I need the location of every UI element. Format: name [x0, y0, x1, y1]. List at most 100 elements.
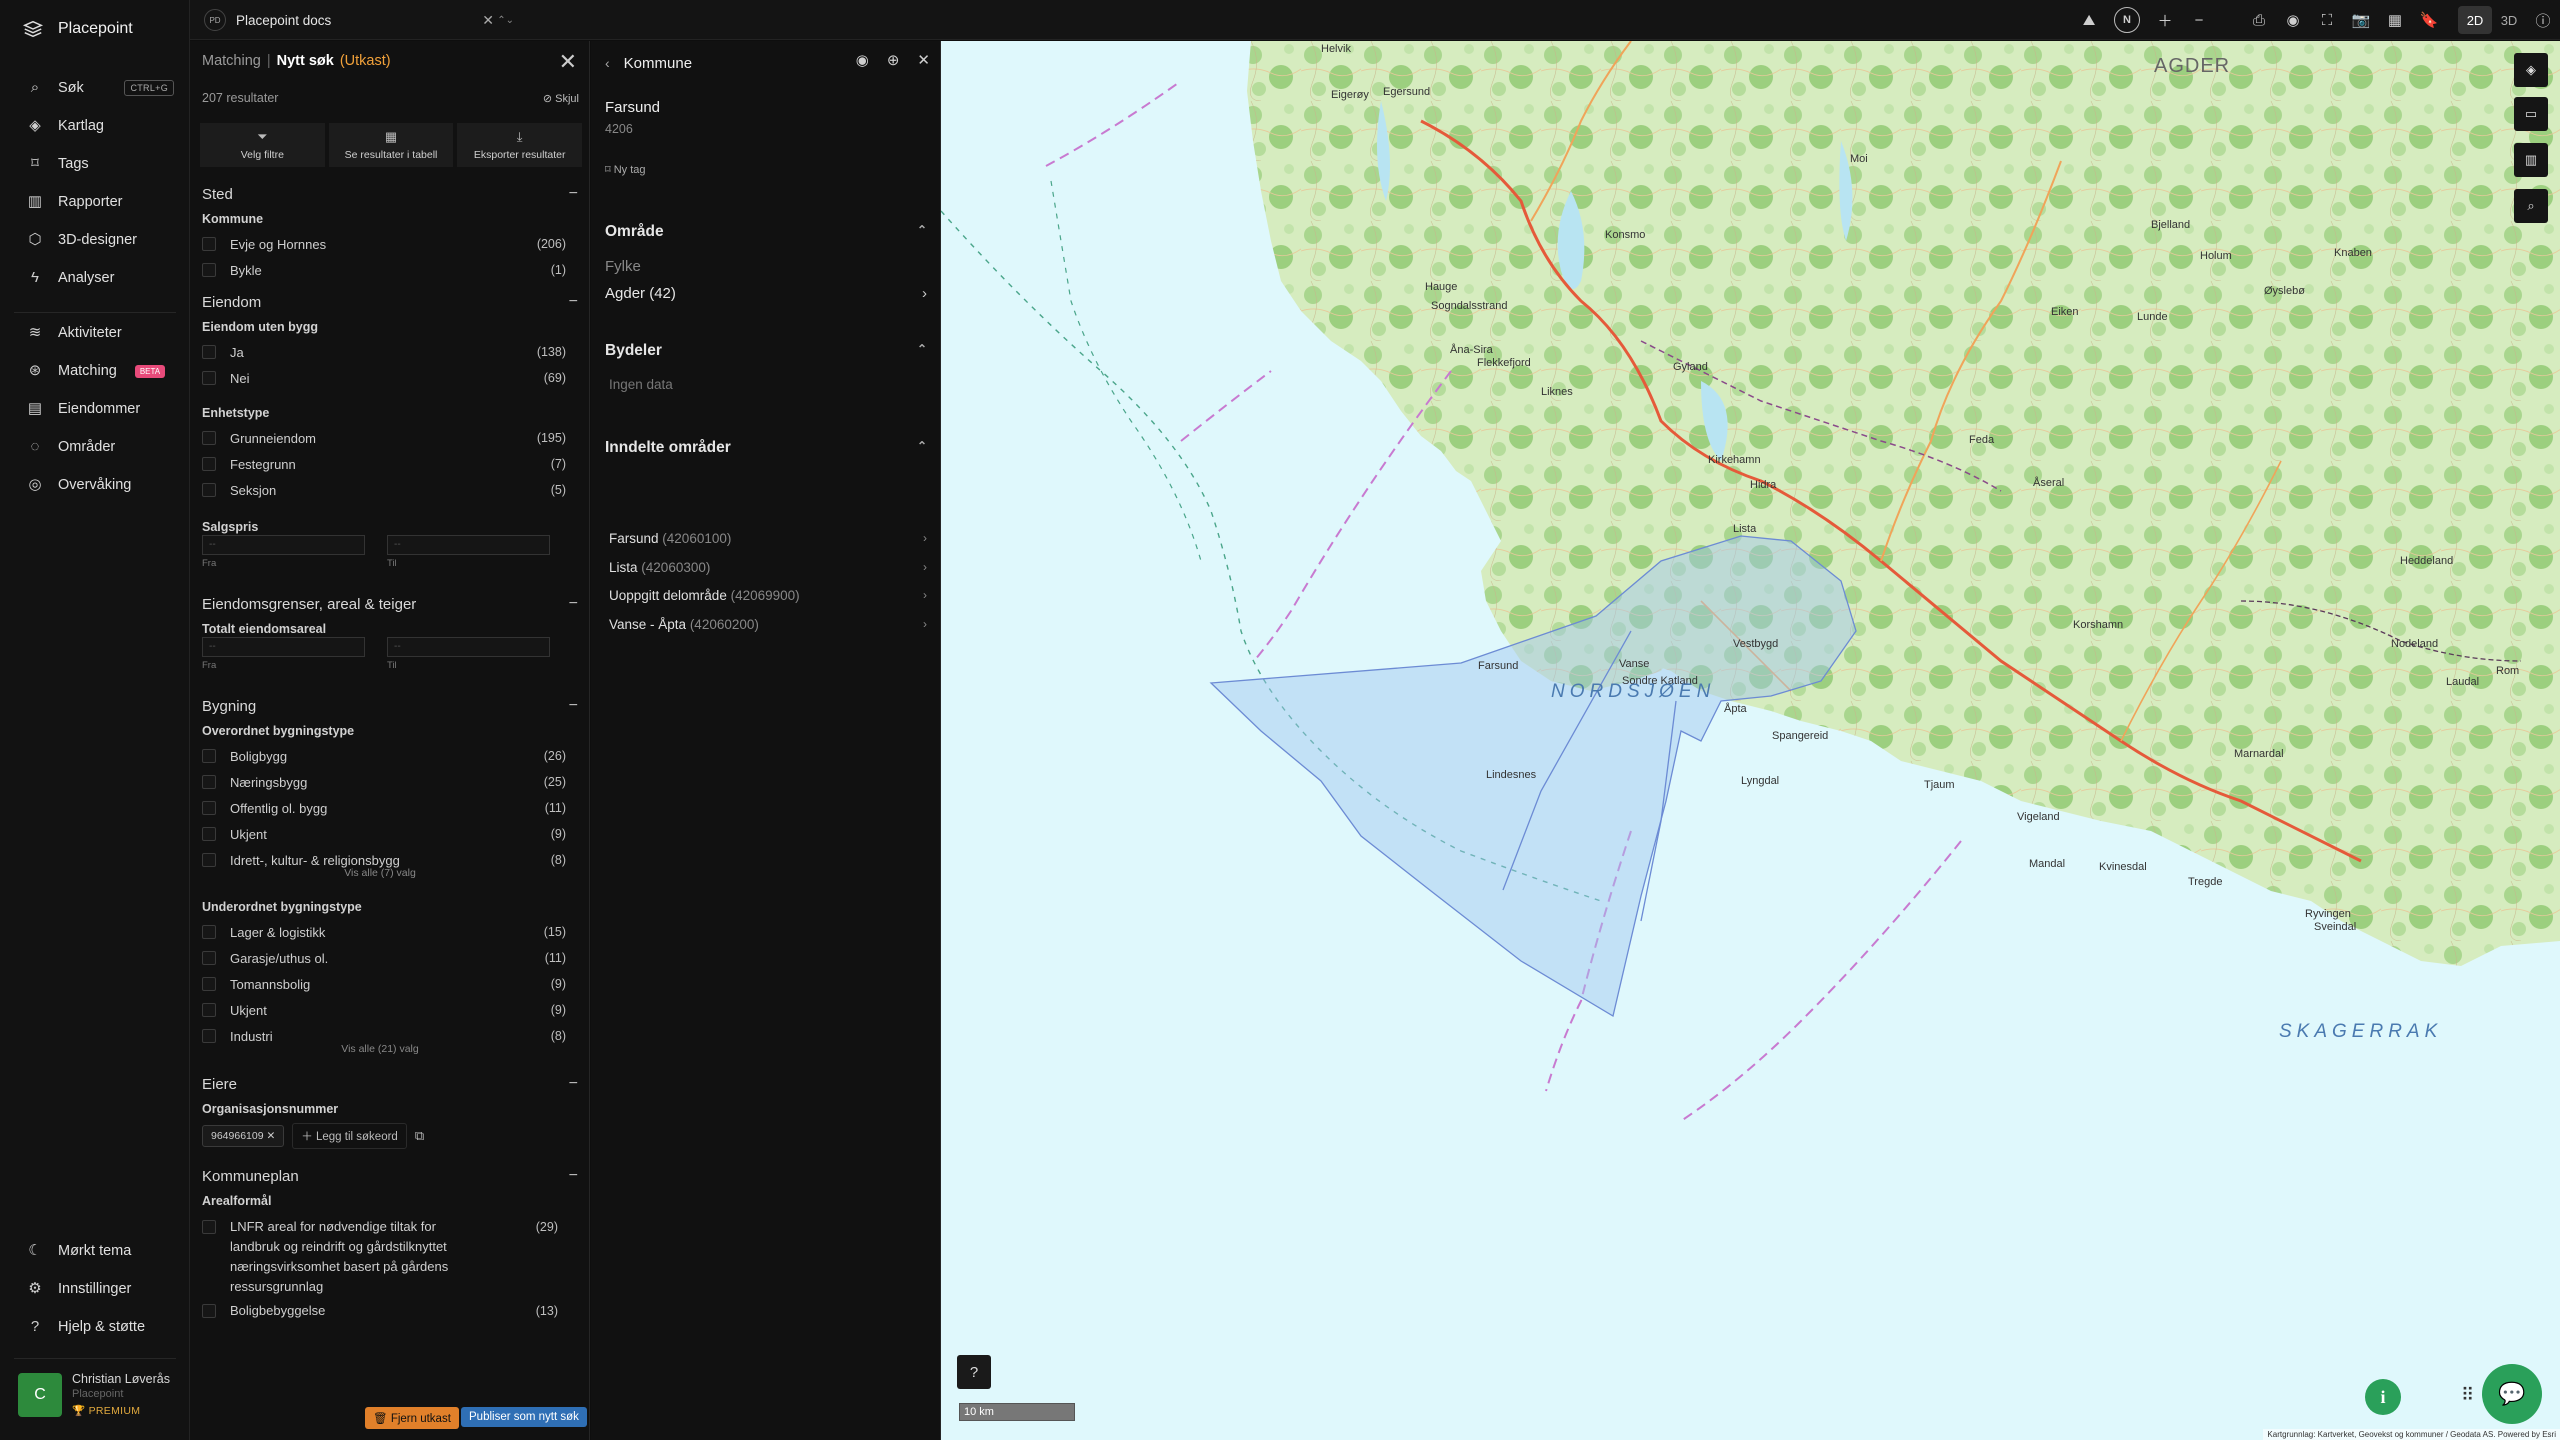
fylke-link[interactable]: Agder (42) ›: [605, 285, 927, 302]
terrain-icon[interactable]: ⛰: [2072, 0, 2106, 40]
arealformal-option[interactable]: LNFR areal for nødvendige tiltak for lan…: [190, 1217, 570, 1297]
filter-option[interactable]: Evje og Hornnes (206): [190, 231, 589, 257]
compass-button[interactable]: N: [2114, 7, 2140, 33]
nav-item-3d-designer[interactable]: ⬡ 3D-designer: [0, 221, 190, 259]
action-filter[interactable]: ⏷ Velg filtre: [200, 123, 325, 167]
checkbox[interactable]: [202, 749, 216, 763]
filter-option[interactable]: Bykle (1): [190, 257, 589, 283]
inndelte-section[interactable]: Inndelte områder ⌃: [605, 439, 927, 457]
copy-icon[interactable]: ⧉: [415, 1128, 424, 1144]
add-keyword-button[interactable]: ＋ Legg til søkeord: [292, 1123, 407, 1149]
filter-option[interactable]: Seksjon (5): [190, 477, 589, 503]
checkbox[interactable]: [202, 345, 216, 359]
salgspris-from-input[interactable]: --: [202, 535, 365, 555]
section-grenser[interactable]: Eiendomsgrenser, areal & teiger −: [190, 591, 589, 617]
checkbox[interactable]: [202, 431, 216, 445]
eye-icon[interactable]: ◉: [2276, 0, 2310, 40]
collapse-icon[interactable]: −: [569, 1075, 578, 1093]
filter-option[interactable]: Boligbygg (26): [190, 743, 589, 769]
section-eiendom[interactable]: Eiendom −: [190, 289, 589, 315]
filter-option[interactable]: Garasje/uthus ol. (11): [190, 945, 589, 971]
fullscreen-icon[interactable]: ⛶: [2310, 0, 2344, 40]
nav-item-hjelp-støtte[interactable]: ? Hjelp & støtte: [0, 1308, 190, 1346]
grid-icon[interactable]: ▦: [2378, 0, 2412, 40]
area-row[interactable]: Vanse - Åpta (42060200) ›: [609, 617, 927, 632]
remove-draft-button[interactable]: 🗑 Fjern utkast: [365, 1407, 459, 1429]
arealformal-option-partial[interactable]: Boligbebyggelse (13): [190, 1301, 570, 1321]
brand[interactable]: Placepoint: [22, 18, 133, 40]
view-2d-button[interactable]: 2D: [2458, 6, 2492, 34]
workspace-selector[interactable]: PD Placepoint docs ✕ ⌃⌄: [204, 7, 530, 33]
map-help-button[interactable]: ?: [957, 1355, 991, 1389]
chat-button[interactable]: 💬: [2482, 1364, 2542, 1424]
drag-grip-icon[interactable]: ⠿: [2461, 1385, 2474, 1406]
nav-item-mørkt-tema[interactable]: ☾ Mørkt tema: [0, 1232, 190, 1270]
filter-option[interactable]: Ja (138): [190, 339, 589, 365]
zoom-in-icon[interactable]: ＋: [2148, 0, 2182, 40]
filter-option[interactable]: Idrett-, kultur- & religionsbygg (8): [190, 847, 589, 873]
checkbox[interactable]: [202, 827, 216, 841]
nav-item-rapporter[interactable]: ▥ Rapporter: [0, 183, 190, 221]
chevron-up-icon[interactable]: ⌃: [917, 439, 927, 453]
nav-item-aktiviteter[interactable]: ≋ Aktiviteter: [0, 314, 190, 352]
zoom-out-icon[interactable]: −: [2182, 0, 2216, 40]
nav-item-overvåking[interactable]: ◎ Overvåking: [0, 466, 190, 504]
nav-item-tags[interactable]: ⌑ Tags: [0, 145, 190, 183]
info-circle-icon[interactable]: ⓘ: [2526, 0, 2560, 40]
publish-button[interactable]: Publiser som nytt søk: [461, 1407, 587, 1427]
print-icon[interactable]: ⎙: [2242, 0, 2276, 40]
new-tag-button[interactable]: ⌑ Ny tag: [605, 163, 646, 176]
checkbox[interactable]: [202, 237, 216, 251]
map-chart-button[interactable]: ▥: [2514, 143, 2548, 177]
checkbox[interactable]: [202, 483, 216, 497]
filter-option[interactable]: Offentlig ol. bygg (11): [190, 795, 589, 821]
collapse-icon[interactable]: −: [569, 697, 578, 715]
checkbox[interactable]: [202, 977, 216, 991]
collapse-icon[interactable]: −: [569, 1167, 578, 1185]
filter-option[interactable]: Ukjent (9): [190, 997, 589, 1023]
chevron-up-icon[interactable]: ⌃: [917, 342, 927, 356]
view-3d-button[interactable]: 3D: [2492, 6, 2526, 34]
nav-item-områder[interactable]: ◌ Områder: [0, 428, 190, 466]
area-row[interactable]: Uoppgitt delområde (42069900) ›: [609, 588, 927, 603]
avatar[interactable]: C: [18, 1372, 62, 1417]
map-view[interactable]: Helvik Eigerøy Egersund Moi Hauge Sogndalsstr…: [941, 41, 2560, 1440]
breadcrumb-matching[interactable]: Matching: [202, 53, 261, 69]
camera-icon[interactable]: 📷: [2344, 0, 2378, 40]
eye-icon[interactable]: ◉: [856, 51, 869, 69]
nav-item-innstillinger[interactable]: ⚙ Innstillinger: [0, 1270, 190, 1308]
filter-option[interactable]: Grunneiendom (195): [190, 425, 589, 451]
nav-item-analyser[interactable]: ϟ Analyser: [0, 259, 190, 297]
user-profile[interactable]: C Christian Løverås Placepoint 🏆 PREMIUM: [18, 1372, 170, 1417]
checkbox[interactable]: [202, 1304, 216, 1318]
hide-toggle[interactable]: ⊘ Skjul: [543, 92, 579, 105]
map-search-area-button[interactable]: ⌕: [2514, 189, 2548, 223]
checkbox[interactable]: [202, 925, 216, 939]
checkbox[interactable]: [202, 1003, 216, 1017]
section-eiere[interactable]: Eiere −: [190, 1071, 589, 1097]
salgspris-to-input[interactable]: --: [387, 535, 550, 555]
bydeler-section[interactable]: Bydeler ⌃: [605, 342, 927, 360]
area-row[interactable]: Lista (42060300) ›: [609, 560, 927, 575]
chevron-up-down-icon[interactable]: ⌃⌄: [497, 15, 514, 26]
nav-item-eiendommer[interactable]: ▤ Eiendommer: [0, 390, 190, 428]
checkbox[interactable]: [202, 371, 216, 385]
area-row[interactable]: Farsund (42060100) ›: [609, 531, 927, 546]
map-canvas[interactable]: [941, 41, 2560, 1440]
filter-option[interactable]: Lager & logistikk (15): [190, 919, 589, 945]
close-icon[interactable]: ✕: [559, 49, 577, 75]
checkbox[interactable]: [202, 853, 216, 867]
checkbox[interactable]: [202, 801, 216, 815]
bookmark-icon[interactable]: 🔖: [2412, 0, 2446, 40]
collapse-icon[interactable]: −: [569, 595, 578, 613]
checkbox[interactable]: [202, 457, 216, 471]
map-layers-button[interactable]: ◈: [2514, 53, 2548, 87]
add-circle-icon[interactable]: ⊕: [887, 51, 900, 69]
collapse-icon[interactable]: −: [569, 185, 578, 203]
section-kommuneplan[interactable]: Kommuneplan −: [190, 1163, 589, 1189]
section-bygning[interactable]: Bygning −: [190, 693, 589, 719]
info-button[interactable]: i: [2365, 1379, 2401, 1415]
checkbox[interactable]: [202, 263, 216, 277]
checkbox[interactable]: [202, 775, 216, 789]
filter-option[interactable]: Nei (69): [190, 365, 589, 391]
